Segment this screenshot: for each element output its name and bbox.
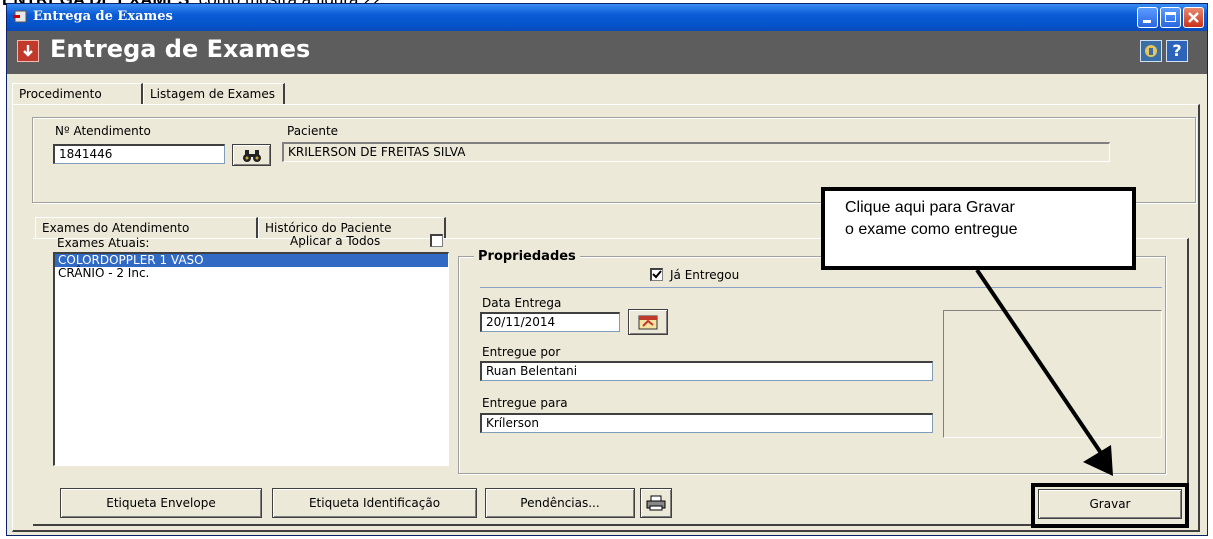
callout-arrow xyxy=(975,268,1113,476)
app-window: Entrega de Exames Entrega de Exames ? Pr… xyxy=(6,3,1208,536)
